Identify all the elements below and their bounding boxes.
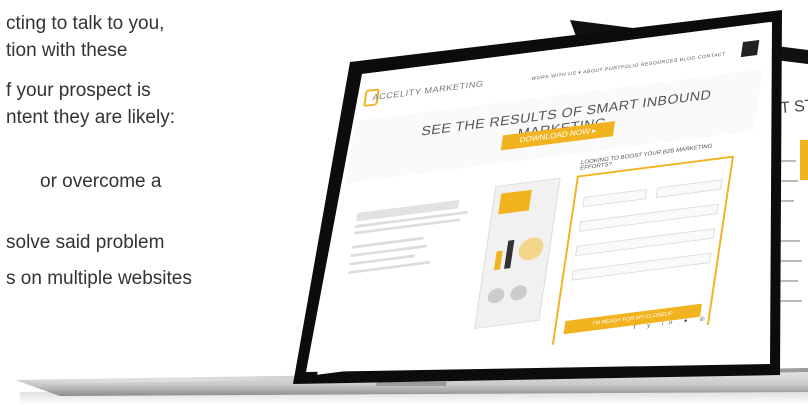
last-name-field[interactable]: [655, 179, 723, 198]
industry-select[interactable]: [575, 228, 716, 257]
first-name-field[interactable]: [582, 188, 648, 208]
brand-name: ACCELITY MARKETING: [371, 78, 485, 103]
nav-cta-icon[interactable]: [740, 39, 760, 58]
front-laptop-screen-content: ACCELITY MARKETING WORK WITH US ▾ ABOUT …: [317, 22, 770, 375]
email-field[interactable]: [578, 203, 719, 232]
report-preview: [474, 177, 561, 329]
laptop-hinge: [376, 382, 447, 386]
body-copy: [347, 197, 479, 279]
customer-select[interactable]: [571, 252, 712, 281]
